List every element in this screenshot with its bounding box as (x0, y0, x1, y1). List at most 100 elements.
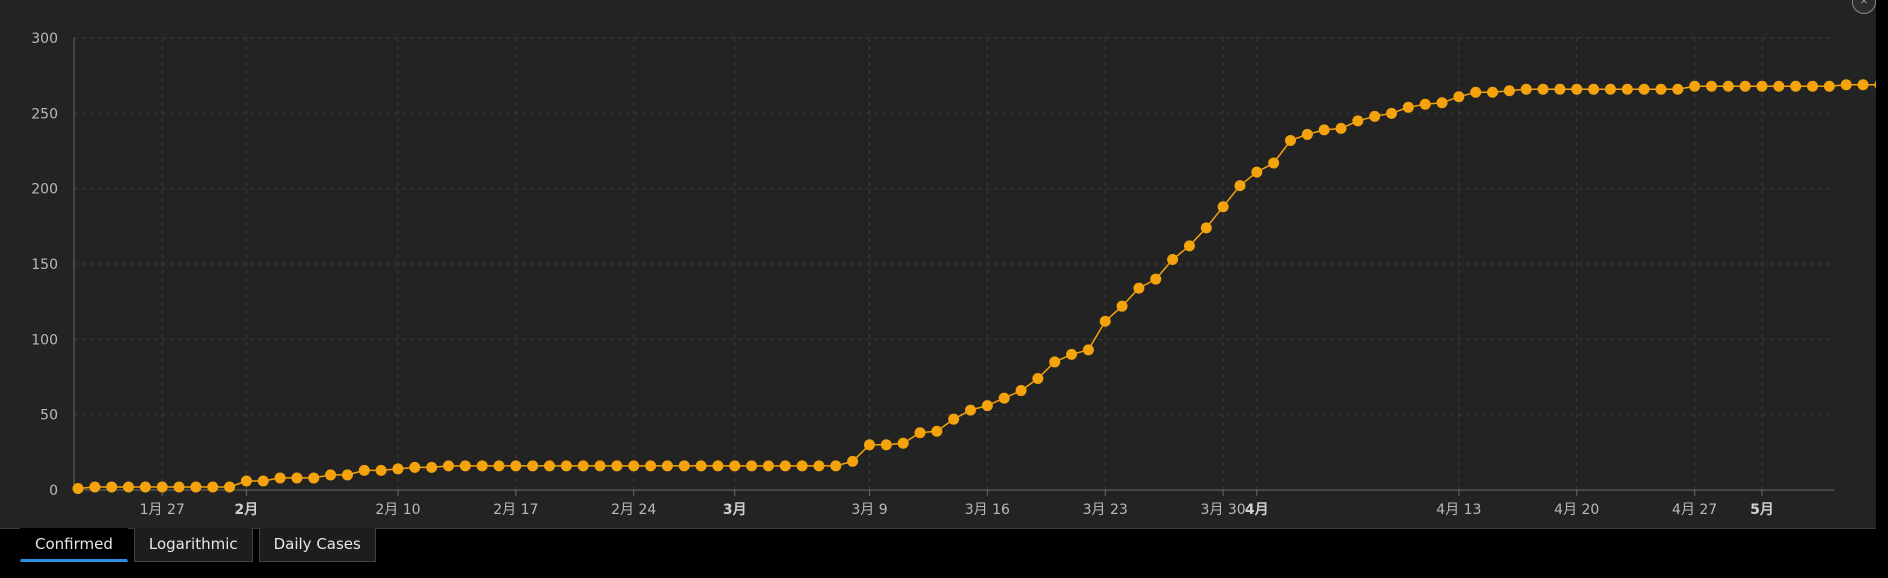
data-point (948, 413, 960, 425)
data-point (1554, 83, 1566, 95)
data-point (1453, 91, 1465, 103)
data-point (998, 392, 1010, 404)
data-point (1470, 86, 1482, 98)
data-point (544, 460, 556, 472)
data-point (308, 472, 320, 484)
y-tick-label: 50 (40, 408, 58, 424)
data-point (442, 460, 454, 472)
data-point (1268, 157, 1280, 169)
data-point (1318, 124, 1330, 136)
data-point (1722, 80, 1734, 92)
data-point (1823, 80, 1835, 92)
data-point (863, 439, 875, 451)
data-point (847, 455, 859, 467)
tab-confirmed[interactable]: Confirmed (20, 528, 128, 562)
data-point (139, 481, 151, 493)
data-point (1419, 98, 1431, 110)
data-point (1301, 128, 1313, 140)
data-point (796, 460, 808, 472)
data-point (577, 460, 589, 472)
data-point (1217, 201, 1229, 213)
x-tick-label: 3月 23 (1083, 502, 1128, 518)
data-point (712, 460, 724, 472)
data-point (813, 460, 825, 472)
data-point (1251, 166, 1263, 178)
data-point (695, 460, 707, 472)
data-point (123, 481, 135, 493)
data-point (224, 481, 236, 493)
chart-panel: 0 50 100 150 200 250 300 1月 27 2月 2月 10 2月 17 2月 24… (0, 0, 1876, 529)
data-point (207, 481, 219, 493)
x-tick-label: 3月 9 (851, 502, 887, 518)
data-point (1621, 83, 1633, 95)
data-point (1133, 282, 1145, 294)
x-tick-label: 2月 10 (375, 502, 420, 518)
data-point (1857, 79, 1869, 91)
data-point (1032, 373, 1044, 385)
data-point (931, 425, 943, 437)
data-point (291, 472, 303, 484)
data-point (1386, 107, 1398, 119)
data-point (1807, 80, 1819, 92)
data-point (1638, 83, 1650, 95)
data-point (1672, 83, 1684, 95)
data-point (1167, 253, 1179, 265)
data-point (392, 463, 404, 475)
data-point (1537, 83, 1549, 95)
data-point (1150, 273, 1162, 285)
data-point (1049, 356, 1061, 368)
x-tick-label: 2月 17 (493, 502, 538, 518)
data-point (1200, 222, 1212, 234)
y-tick-label: 250 (31, 106, 58, 122)
data-point (779, 460, 791, 472)
y-tick-label: 200 (31, 182, 58, 198)
data-point (746, 460, 758, 472)
x-tick-label: 1月 27 (140, 502, 185, 518)
data-point (897, 437, 909, 449)
data-point (1790, 80, 1802, 92)
data-point (240, 475, 252, 487)
data-point (1335, 122, 1347, 134)
data-point (1099, 315, 1111, 327)
data-point (1234, 180, 1246, 192)
data-point (106, 481, 118, 493)
data-point (527, 460, 539, 472)
y-tick-label: 150 (31, 257, 58, 273)
data-point (1705, 80, 1717, 92)
data-point (358, 464, 370, 476)
data-point (426, 461, 438, 473)
y-tick-label: 0 (49, 483, 58, 499)
y-tick-label: 300 (31, 31, 58, 47)
data-point (274, 472, 286, 484)
data-point (1840, 79, 1852, 91)
x-tick-label: 4月 27 (1672, 502, 1717, 518)
data-point (493, 460, 505, 472)
tab-daily-cases[interactable]: Daily Cases (258, 528, 376, 562)
x-tick-label: 4月 13 (1436, 502, 1481, 518)
data-point (1183, 240, 1195, 252)
data-point (611, 460, 623, 472)
data-point (1284, 134, 1296, 146)
tab-logarithmic[interactable]: Logarithmic (133, 528, 253, 562)
data-point (628, 460, 640, 472)
data-point (1015, 385, 1027, 397)
data-point (762, 460, 774, 472)
x-tick-label: 2月 (235, 502, 259, 518)
data-point (560, 460, 572, 472)
x-tick-label: 4月 20 (1554, 502, 1599, 518)
data-point (375, 464, 387, 476)
data-point (965, 404, 977, 416)
data-point (1571, 83, 1583, 95)
data-point (1874, 80, 1876, 89)
data-point (1520, 83, 1532, 95)
data-point (1352, 115, 1364, 127)
data-point (89, 481, 101, 493)
x-tick-label: 3月 (723, 502, 747, 518)
x-tick-label: 5月 (1750, 502, 1774, 518)
x-tick-label: 2月 24 (611, 502, 656, 518)
data-point (1487, 86, 1499, 98)
x-tick-label: 3月 30 (1201, 502, 1246, 518)
data-point (914, 427, 926, 439)
data-point (510, 460, 522, 472)
data-point (729, 460, 741, 472)
